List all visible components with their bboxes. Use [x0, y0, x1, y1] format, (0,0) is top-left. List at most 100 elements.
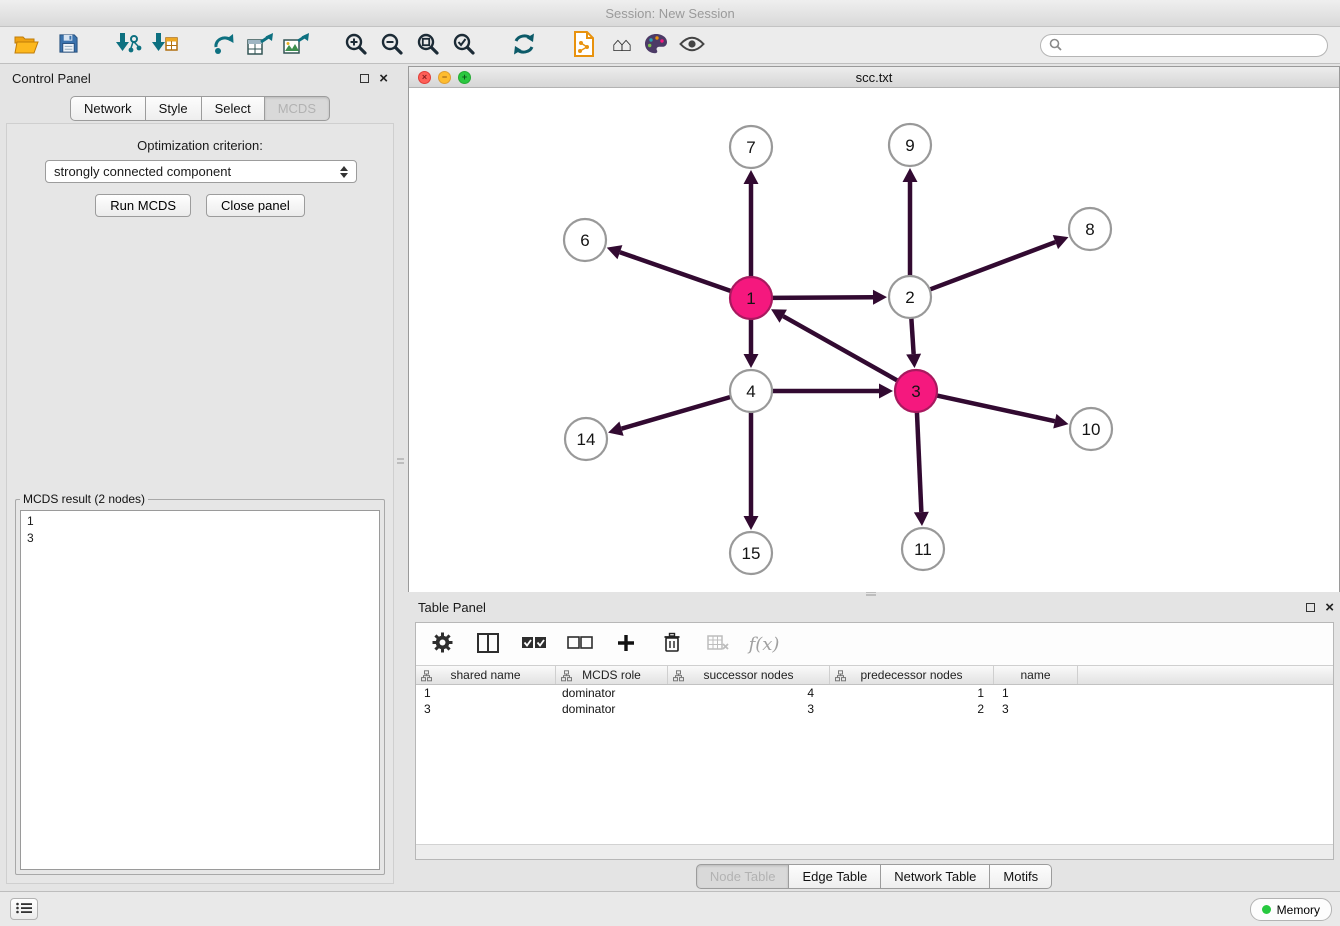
svg-text:15: 15 [742, 544, 761, 563]
graph-node-9[interactable]: 9 [889, 124, 931, 166]
graph-edge-arrowhead [608, 421, 624, 435]
gear-icon [432, 632, 453, 656]
export-table-button[interactable] [242, 29, 278, 61]
graph-edge-1-6[interactable] [620, 252, 731, 291]
zoom-in-button[interactable] [338, 29, 374, 61]
window-zoom-icon[interactable]: + [458, 71, 471, 84]
function-builder-button[interactable]: f(x) [750, 630, 778, 658]
close-panel-button[interactable]: Close panel [206, 194, 305, 217]
import-network-button[interactable] [110, 29, 146, 61]
trash-icon [662, 632, 682, 656]
graph-node-8[interactable]: 8 [1069, 208, 1111, 250]
close-panel-icon[interactable]: × [379, 71, 388, 86]
svg-text:10: 10 [1082, 420, 1101, 439]
show-columns-button[interactable] [474, 630, 502, 658]
network-document-icon [573, 31, 595, 60]
graph-node-1[interactable]: 1 [730, 277, 772, 319]
tab-network[interactable]: Network [70, 96, 146, 121]
graph-edge-1-2[interactable] [772, 297, 873, 298]
table-horizontal-scrollbar[interactable] [416, 844, 1333, 859]
graph-node-4[interactable]: 4 [730, 370, 772, 412]
zoom-out-button[interactable] [374, 29, 410, 61]
column-header-shared-name[interactable]: shared name [416, 666, 556, 684]
refresh-icon [511, 32, 537, 59]
import-table-button[interactable] [146, 29, 182, 61]
mcds-result-list[interactable]: 1 3 [20, 510, 380, 870]
vertical-splitter[interactable] [394, 66, 408, 882]
tab-edge-table[interactable]: Edge Table [789, 864, 881, 889]
graph-edge-3-11[interactable] [917, 412, 921, 512]
select-all-columns-button[interactable] [520, 630, 548, 658]
tab-style[interactable]: Style [146, 96, 202, 121]
fx-icon: f(x) [749, 634, 780, 655]
first-neighbors-button[interactable]: ⌂⌂ [602, 29, 638, 61]
task-history-button[interactable] [10, 898, 38, 920]
delete-table-button[interactable] [704, 630, 732, 658]
graph-node-3[interactable]: 3 [895, 370, 937, 412]
houses-icon: ⌂⌂ [612, 35, 628, 55]
zoom-out-icon [380, 32, 404, 59]
graph-node-15[interactable]: 15 [730, 532, 772, 574]
window-minimize-icon[interactable]: − [438, 71, 451, 84]
table-row[interactable]: 3 dominator 3 2 3 [416, 701, 1333, 717]
apply-style-button[interactable] [638, 29, 674, 61]
table-row[interactable]: 1 dominator 4 1 1 [416, 685, 1333, 701]
network-canvas[interactable]: 7 9 6 8 1 2 3 4 14 10 15 11 [409, 88, 1339, 592]
network-window-titlebar: × − + scc.txt [409, 67, 1339, 88]
search-icon [1049, 38, 1062, 54]
search-input[interactable] [1067, 39, 1319, 53]
optimization-criterion-select[interactable]: strongly connected component [45, 160, 357, 183]
tab-mcds[interactable]: MCDS [265, 96, 330, 121]
svg-text:3: 3 [911, 382, 920, 401]
graph-edge-2-3[interactable] [911, 318, 913, 354]
float-panel-icon[interactable] [360, 74, 369, 83]
graph-edge-2-8[interactable] [930, 242, 1056, 290]
graph-node-14[interactable]: 14 [565, 418, 607, 460]
graph-edge-4-14[interactable] [622, 397, 731, 429]
export-network-button[interactable] [206, 29, 242, 61]
graph-node-2[interactable]: 2 [889, 276, 931, 318]
export-image-button[interactable] [278, 29, 314, 61]
add-column-button[interactable] [612, 630, 640, 658]
column-header-name[interactable]: name [994, 666, 1078, 684]
save-disk-icon [58, 33, 79, 57]
tab-network-table[interactable]: Network Table [881, 864, 990, 889]
zoom-fit-button[interactable] [410, 29, 446, 61]
network-document-button[interactable] [566, 29, 602, 61]
table-toolbar: f(x) [416, 623, 1333, 665]
control-panel-tabs: Network Style Select MCDS [6, 96, 394, 121]
open-session-button[interactable] [8, 29, 44, 61]
float-table-panel-icon[interactable] [1306, 603, 1315, 612]
graph-node-10[interactable]: 10 [1070, 408, 1112, 450]
graph-node-11[interactable]: 11 [902, 528, 944, 570]
show-hide-button[interactable] [674, 29, 710, 61]
run-mcds-button[interactable]: Run MCDS [95, 194, 191, 217]
zoom-selected-button[interactable] [446, 29, 482, 61]
tab-node-table[interactable]: Node Table [696, 864, 790, 889]
column-type-icon [421, 670, 432, 684]
window-close-icon[interactable]: × [418, 71, 431, 84]
refresh-view-button[interactable] [506, 29, 542, 61]
graph-edge-3-1[interactable] [783, 316, 897, 381]
table-panel: Table Panel × [408, 595, 1340, 882]
mcds-result-line: 3 [27, 530, 373, 547]
save-session-button[interactable] [50, 29, 86, 61]
zoom-selected-icon [452, 32, 476, 59]
delete-column-button[interactable] [658, 630, 686, 658]
tab-select[interactable]: Select [202, 96, 265, 121]
memory-button[interactable]: Memory [1250, 898, 1332, 921]
graph-node-6[interactable]: 6 [564, 219, 606, 261]
svg-text:6: 6 [580, 231, 589, 250]
close-table-panel-icon[interactable]: × [1325, 600, 1334, 615]
graph-edge-3-10[interactable] [937, 395, 1055, 421]
deselect-all-columns-button[interactable] [566, 630, 594, 658]
column-header-mcds-role[interactable]: MCDS role [556, 666, 668, 684]
table-settings-button[interactable] [428, 630, 456, 658]
column-header-predecessor-nodes[interactable]: predecessor nodes [830, 666, 994, 684]
graph-edge-arrowhead [744, 170, 759, 184]
tab-motifs[interactable]: Motifs [990, 864, 1052, 889]
mcds-result-line: 1 [27, 513, 373, 530]
graph-node-7[interactable]: 7 [730, 126, 772, 168]
column-header-successor-nodes[interactable]: successor nodes [668, 666, 830, 684]
network-graph[interactable]: 7 9 6 8 1 2 3 4 14 10 15 11 [409, 88, 1339, 592]
